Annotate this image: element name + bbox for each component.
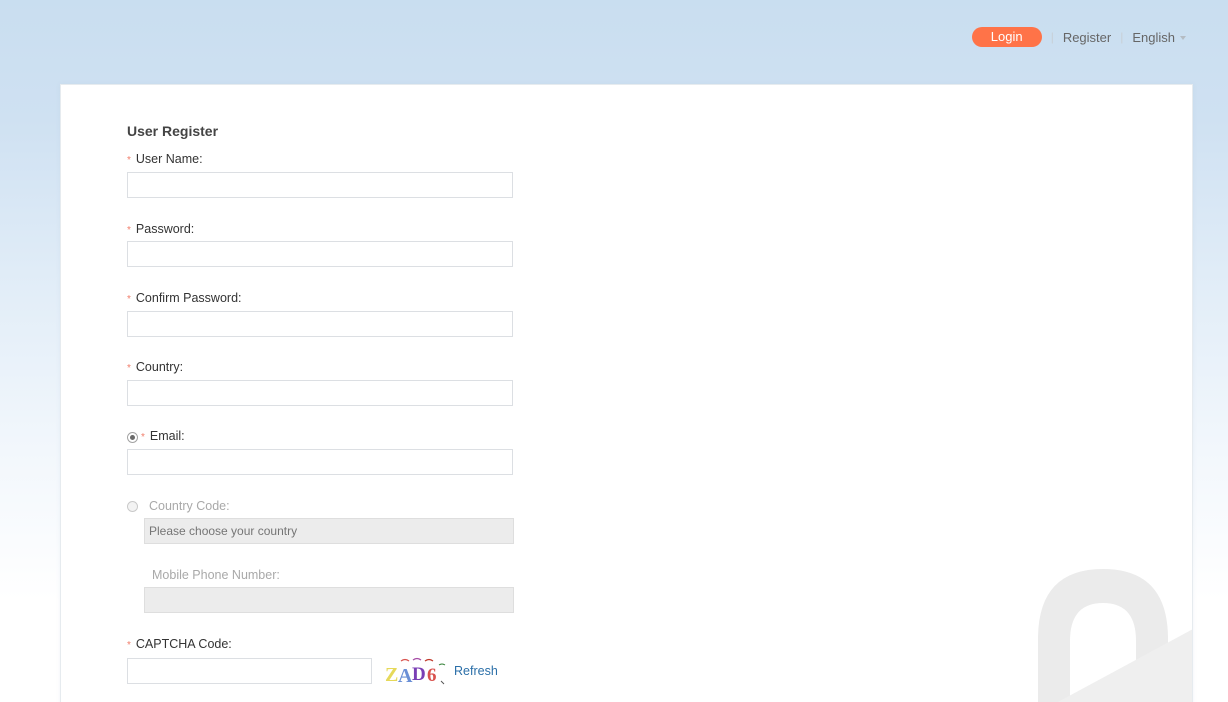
chevron-down-icon: [1180, 36, 1186, 40]
country-code-select[interactable]: [144, 518, 514, 544]
required-mark: *: [127, 362, 131, 374]
captcha-label-text: CAPTCHA Code:: [135, 637, 232, 651]
form-title: User Register: [127, 123, 219, 139]
mobile-input[interactable]: [144, 587, 514, 613]
lock-watermark-icon: [1038, 569, 1192, 702]
country-label: * Country:: [127, 360, 183, 374]
username-label-text: User Name:: [135, 152, 203, 166]
email-input[interactable]: [127, 449, 513, 475]
language-label: English: [1132, 29, 1175, 45]
password-input[interactable]: [127, 241, 513, 267]
username-label: * User Name:: [127, 152, 203, 166]
confirm-password-label-text: Confirm Password:: [135, 291, 242, 305]
svg-text:6: 6: [427, 665, 437, 686]
nav-separator: |: [1050, 30, 1054, 44]
captcha-label: * CAPTCHA Code:: [127, 637, 232, 651]
refresh-captcha-link[interactable]: Refresh: [454, 664, 498, 678]
svg-text:D: D: [412, 664, 426, 685]
language-selector[interactable]: English: [1132, 30, 1186, 45]
username-input[interactable]: [127, 172, 513, 198]
login-button[interactable]: Login: [971, 27, 1042, 47]
phone-radio[interactable]: [127, 501, 138, 512]
email-label: * Email:: [141, 429, 185, 443]
confirm-password-label: * Confirm Password:: [127, 291, 242, 305]
country-input[interactable]: [127, 380, 513, 406]
confirm-password-input[interactable]: [127, 311, 513, 337]
required-mark: *: [127, 224, 131, 236]
mobile-label: Mobile Phone Number:: [152, 568, 280, 582]
nav-separator: |: [1120, 30, 1124, 44]
password-label: * Password:: [127, 222, 194, 236]
required-mark: *: [141, 431, 145, 443]
required-mark: *: [127, 293, 131, 305]
svg-text:A: A: [398, 665, 413, 687]
register-panel: User Register * User Name: * Password: *…: [60, 84, 1193, 702]
email-radio[interactable]: [127, 432, 138, 443]
password-label-text: Password:: [135, 222, 195, 236]
required-mark: *: [127, 154, 131, 166]
svg-text:Z: Z: [385, 664, 398, 686]
register-link[interactable]: Register: [1063, 30, 1111, 45]
email-label-text: Email:: [149, 429, 185, 443]
required-mark: *: [127, 639, 131, 651]
top-nav: Login | Register | English: [971, 27, 1186, 47]
country-code-label: Country Code:: [149, 499, 230, 513]
captcha-input[interactable]: [127, 658, 372, 684]
captcha-image[interactable]: Z A D 6: [383, 655, 449, 687]
country-label-text: Country:: [135, 360, 184, 374]
